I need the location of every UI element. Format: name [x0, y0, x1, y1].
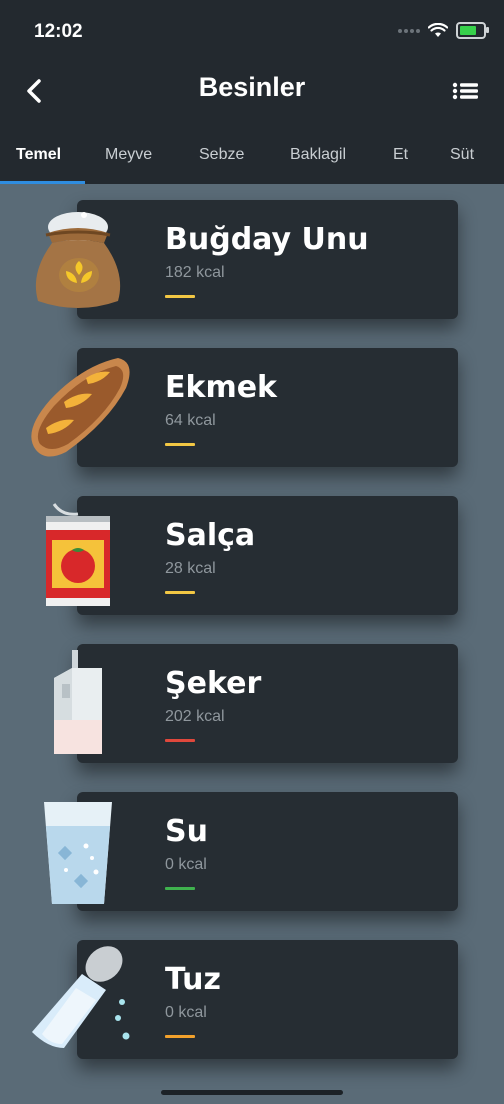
- food-name: Salça: [165, 518, 256, 553]
- cellular-signal-icon: [398, 28, 420, 33]
- food-kcal: 182 kcal: [165, 264, 225, 281]
- food-card-ekmek[interactable]: Ekmek 64 kcal: [77, 348, 458, 467]
- food-name: Buğday Unu: [165, 222, 369, 257]
- status-indicators: [398, 22, 489, 39]
- active-tab-indicator: [0, 181, 85, 184]
- bread-icon: [31, 358, 130, 457]
- category-tabs: Temel Meyve Sebze Baklagil Et Süt: [0, 138, 504, 184]
- food-kcal: 0 kcal: [165, 1004, 207, 1021]
- calorie-level-bar: [165, 591, 195, 594]
- calorie-level-bar: [165, 887, 195, 890]
- battery-icon: [456, 22, 489, 39]
- page-title: Besinler: [198, 72, 306, 102]
- list-menu-icon[interactable]: [452, 81, 478, 101]
- food-name: Ekmek: [165, 370, 278, 405]
- tab-sut[interactable]: Süt: [450, 146, 474, 164]
- status-time: 12:02: [34, 21, 83, 42]
- salt-shaker-icon: [32, 946, 130, 1048]
- food-kcal: 202 kcal: [165, 708, 225, 725]
- food-card-su[interactable]: Su 0 kcal: [77, 792, 458, 911]
- sugar-box-icon: [54, 650, 102, 754]
- food-kcal: 64 kcal: [165, 412, 216, 429]
- food-card-seker[interactable]: Şeker 202 kcal: [77, 644, 458, 763]
- food-card-salca[interactable]: Salça 28 kcal: [77, 496, 458, 615]
- food-kcal: 0 kcal: [165, 856, 207, 873]
- home-indicator[interactable]: [161, 1090, 343, 1095]
- tab-baklagil[interactable]: Baklagil: [290, 146, 346, 164]
- flour-sack-icon: [35, 212, 121, 308]
- tab-temel[interactable]: Temel: [16, 146, 61, 164]
- food-kcal: 28 kcal: [165, 560, 216, 577]
- tab-meyve[interactable]: Meyve: [105, 146, 152, 164]
- tomato-paste-can-icon: [46, 503, 110, 606]
- calorie-level-bar: [165, 1035, 195, 1038]
- calorie-level-bar: [165, 443, 195, 446]
- tab-et[interactable]: Et: [393, 146, 408, 164]
- tab-sebze[interactable]: Sebze: [199, 146, 244, 164]
- calorie-level-bar: [165, 739, 195, 742]
- food-name: Şeker: [165, 666, 262, 701]
- food-name: Tuz: [165, 962, 221, 997]
- app-header: 12:02 Besinler Temel Meyve Sebze Baklagi…: [0, 0, 504, 184]
- food-card-bugday-unu[interactable]: Buğday Unu 182 kcal: [77, 200, 458, 319]
- wifi-icon: [428, 23, 448, 37]
- food-card-tuz[interactable]: Tuz 0 kcal: [77, 940, 458, 1059]
- water-glass-icon: [44, 802, 112, 904]
- food-name: Su: [165, 814, 208, 849]
- calorie-level-bar: [165, 295, 195, 298]
